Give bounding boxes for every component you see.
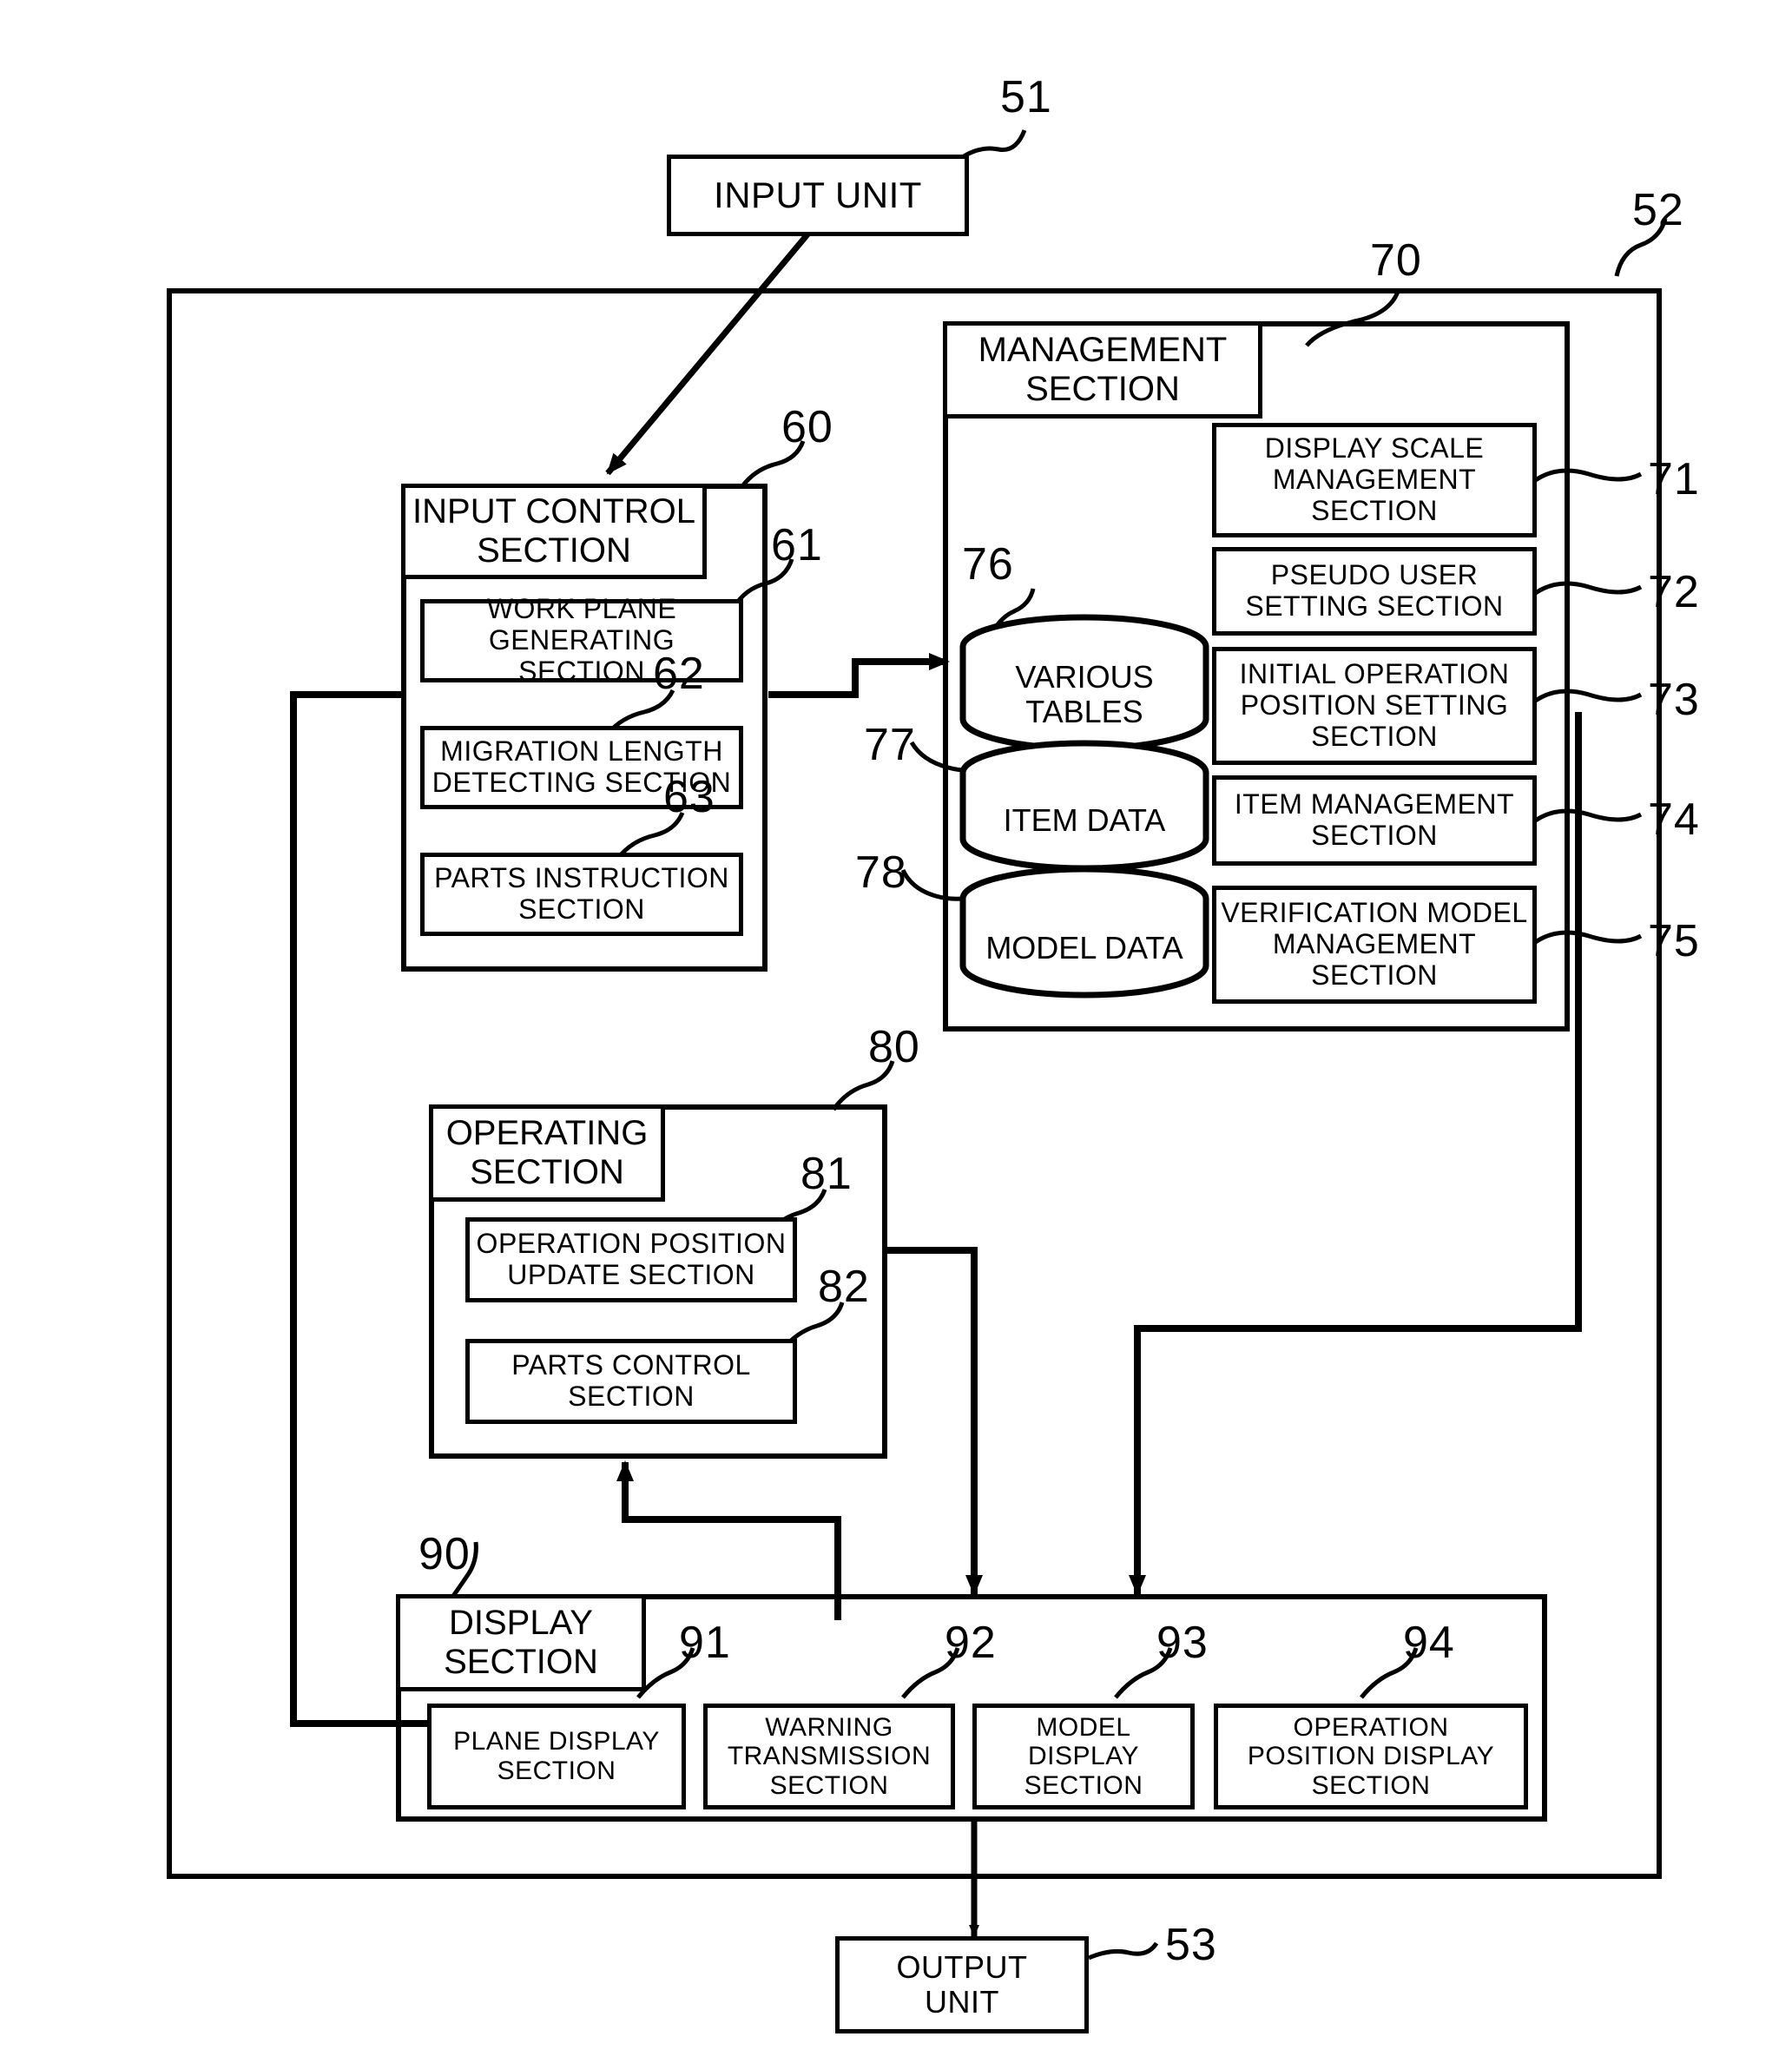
ref-73: 73 [1648, 675, 1700, 725]
ref-90: 90 [418, 1529, 471, 1579]
input-unit-box[interactable]: INPUT UNIT [667, 155, 969, 236]
pseudo-user-setting-section-box[interactable]: PSEUDO USER SETTING SECTION [1212, 547, 1537, 636]
ref-72: 72 [1648, 567, 1700, 617]
parts-control-section-box[interactable]: PARTS CONTROL SECTION [465, 1339, 797, 1424]
display-scale-management-section-box[interactable]: DISPLAY SCALE MANAGEMENT SECTION [1212, 423, 1537, 537]
ref-77: 77 [864, 720, 916, 770]
ref-53: 53 [1165, 1920, 1217, 1970]
ref-94: 94 [1403, 1618, 1455, 1668]
initial-operation-position-setting-section-box[interactable]: INITIAL OPERATION POSITION SETTING SECTI… [1212, 647, 1537, 765]
ref-93: 93 [1156, 1618, 1209, 1668]
ref-76: 76 [962, 539, 1014, 590]
ref-80: 80 [868, 1022, 920, 1072]
verification-model-management-section-box[interactable]: VERIFICATION MODEL MANAGEMENT SECTION [1212, 886, 1537, 1004]
ref-61: 61 [771, 520, 823, 570]
operating-section-header: OPERATING SECTION [429, 1104, 665, 1202]
warning-transmission-section-box[interactable]: WARNING TRANSMISSION SECTION [703, 1704, 955, 1809]
operation-position-update-section-box[interactable]: OPERATION POSITION UPDATE SECTION [465, 1217, 797, 1302]
ref-81: 81 [800, 1149, 853, 1199]
input-control-section-header: INPUT CONTROL SECTION [401, 484, 707, 579]
ref-52: 52 [1632, 185, 1684, 235]
patent-figure-canvas: INPUT UNIT 51 52 MANAGEMENT SECTION 70 D… [0, 0, 1792, 2063]
operation-position-display-section-box[interactable]: OPERATION POSITION DISPLAY SECTION [1214, 1704, 1528, 1809]
ref-62: 62 [653, 649, 705, 699]
display-section-header: DISPLAY SECTION [396, 1594, 646, 1691]
ref-91: 91 [679, 1618, 731, 1668]
ref-70: 70 [1370, 235, 1422, 286]
ref-51: 51 [1000, 72, 1052, 122]
item-management-section-box[interactable]: ITEM MANAGEMENT SECTION [1212, 775, 1537, 866]
plane-display-section-box[interactable]: PLANE DISPLAY SECTION [427, 1704, 686, 1809]
output-unit-box[interactable]: OUTPUT UNIT [835, 1936, 1089, 2033]
ref-60: 60 [781, 402, 833, 452]
ref-75: 75 [1648, 916, 1700, 966]
ref-82: 82 [818, 1262, 870, 1312]
parts-instruction-section-box[interactable]: PARTS INSTRUCTION SECTION [420, 853, 743, 936]
ref-78: 78 [855, 847, 907, 898]
ref-71: 71 [1648, 454, 1700, 504]
ref-74: 74 [1648, 794, 1700, 845]
ref-92: 92 [945, 1618, 997, 1668]
ref-63: 63 [663, 772, 715, 822]
model-display-section-box[interactable]: MODEL DISPLAY SECTION [972, 1704, 1195, 1809]
management-section-header: MANAGEMENT SECTION [943, 321, 1262, 419]
